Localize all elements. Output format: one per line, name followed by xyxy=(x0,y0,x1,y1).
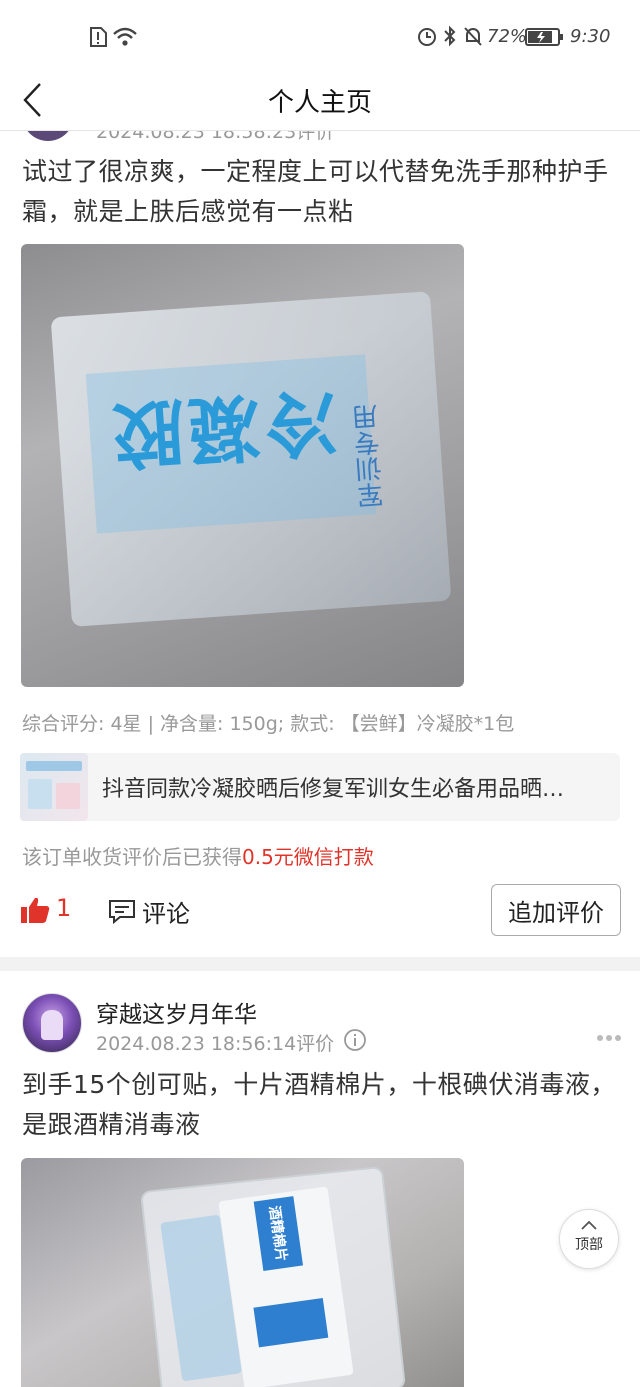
package-subtitle-text: 军训专用 xyxy=(351,403,389,509)
product-card[interactable]: 抖音同款冷凝胶晒后修复军训女生必备用品晒… xyxy=(20,753,620,821)
review-photo[interactable]: 酒精棉片 xyxy=(21,1158,464,1387)
chevron-up-icon xyxy=(581,1220,597,1230)
comment-button[interactable]: 评论 xyxy=(108,894,198,930)
review-content: 试过了很凉爽，一定程度上可以代替免洗手那种护手霜，就是上肤后感觉有一点粘 xyxy=(22,157,609,226)
username[interactable]: 穿越这岁月年华 xyxy=(96,995,257,1029)
package-title-text: 冷凝胶 xyxy=(105,378,340,478)
review-photo[interactable]: 冷凝胶 军训专用 xyxy=(21,244,464,687)
clock-time: 9:30 xyxy=(570,26,611,47)
info-icon[interactable] xyxy=(343,1028,367,1052)
review-date: 2024.08.23 18:56:14评价 xyxy=(96,1033,335,1055)
avatar[interactable] xyxy=(22,131,74,141)
review-specs: 综合评分: 4星 | 净含量: 150g; 款式: 【尝鲜】冷凝胶*1包 xyxy=(22,713,515,735)
more-options-icon[interactable] xyxy=(596,1034,622,1042)
status-bar: 72% 9:30 xyxy=(0,0,640,72)
alarm-icon xyxy=(418,28,436,46)
append-review-button[interactable]: 追加评价 xyxy=(491,884,621,936)
avatar[interactable] xyxy=(22,993,82,1053)
wifi-icon xyxy=(113,27,137,46)
review-card-2: 穿越这岁月年华 2024.08.23 18:56:14评价 到手15个创可贴，十… xyxy=(0,971,640,1387)
comment-label: 评论 xyxy=(142,900,190,928)
like-button[interactable]: 1 xyxy=(20,894,80,930)
reward-line: 该订单收货评价后已获得0.5元微信打款 xyxy=(22,841,374,870)
like-count: 1 xyxy=(56,894,72,922)
battery-icon xyxy=(525,28,563,46)
section-divider xyxy=(0,957,640,971)
review-card-1: 2024.08.23 18:58:23评价 试过了很凉爽，一定程度上可以代替免洗… xyxy=(0,131,640,957)
bluetooth-icon xyxy=(444,25,456,47)
top-nav-bar: 个人主页 xyxy=(0,72,640,131)
reward-amount: 0.5元微信打款 xyxy=(242,845,374,869)
thumbs-up-icon xyxy=(21,897,50,923)
page-title: 个人主页 xyxy=(267,88,372,118)
review-content: 到手15个创可贴，十片酒精棉片，十根碘伏消毒液，是跟酒精消毒液 xyxy=(22,1070,616,1139)
review-date: 2024.08.23 18:58:23评价 xyxy=(96,131,335,143)
battery-percent: 72% xyxy=(487,26,528,47)
back-to-top-button[interactable]: 顶部 xyxy=(559,1209,619,1269)
product-thumbnail xyxy=(20,753,88,821)
mute-bell-icon xyxy=(464,27,482,46)
pad-label: 酒精棉片 xyxy=(253,1196,304,1271)
sim-alert-icon xyxy=(90,27,107,47)
comment-icon xyxy=(109,900,135,924)
reward-prefix: 该订单收货评价后已获得 xyxy=(22,845,242,869)
back-to-top-label: 顶部 xyxy=(575,1237,603,1253)
product-name: 抖音同款冷凝胶晒后修复军训女生必备用品晒… xyxy=(102,777,565,802)
